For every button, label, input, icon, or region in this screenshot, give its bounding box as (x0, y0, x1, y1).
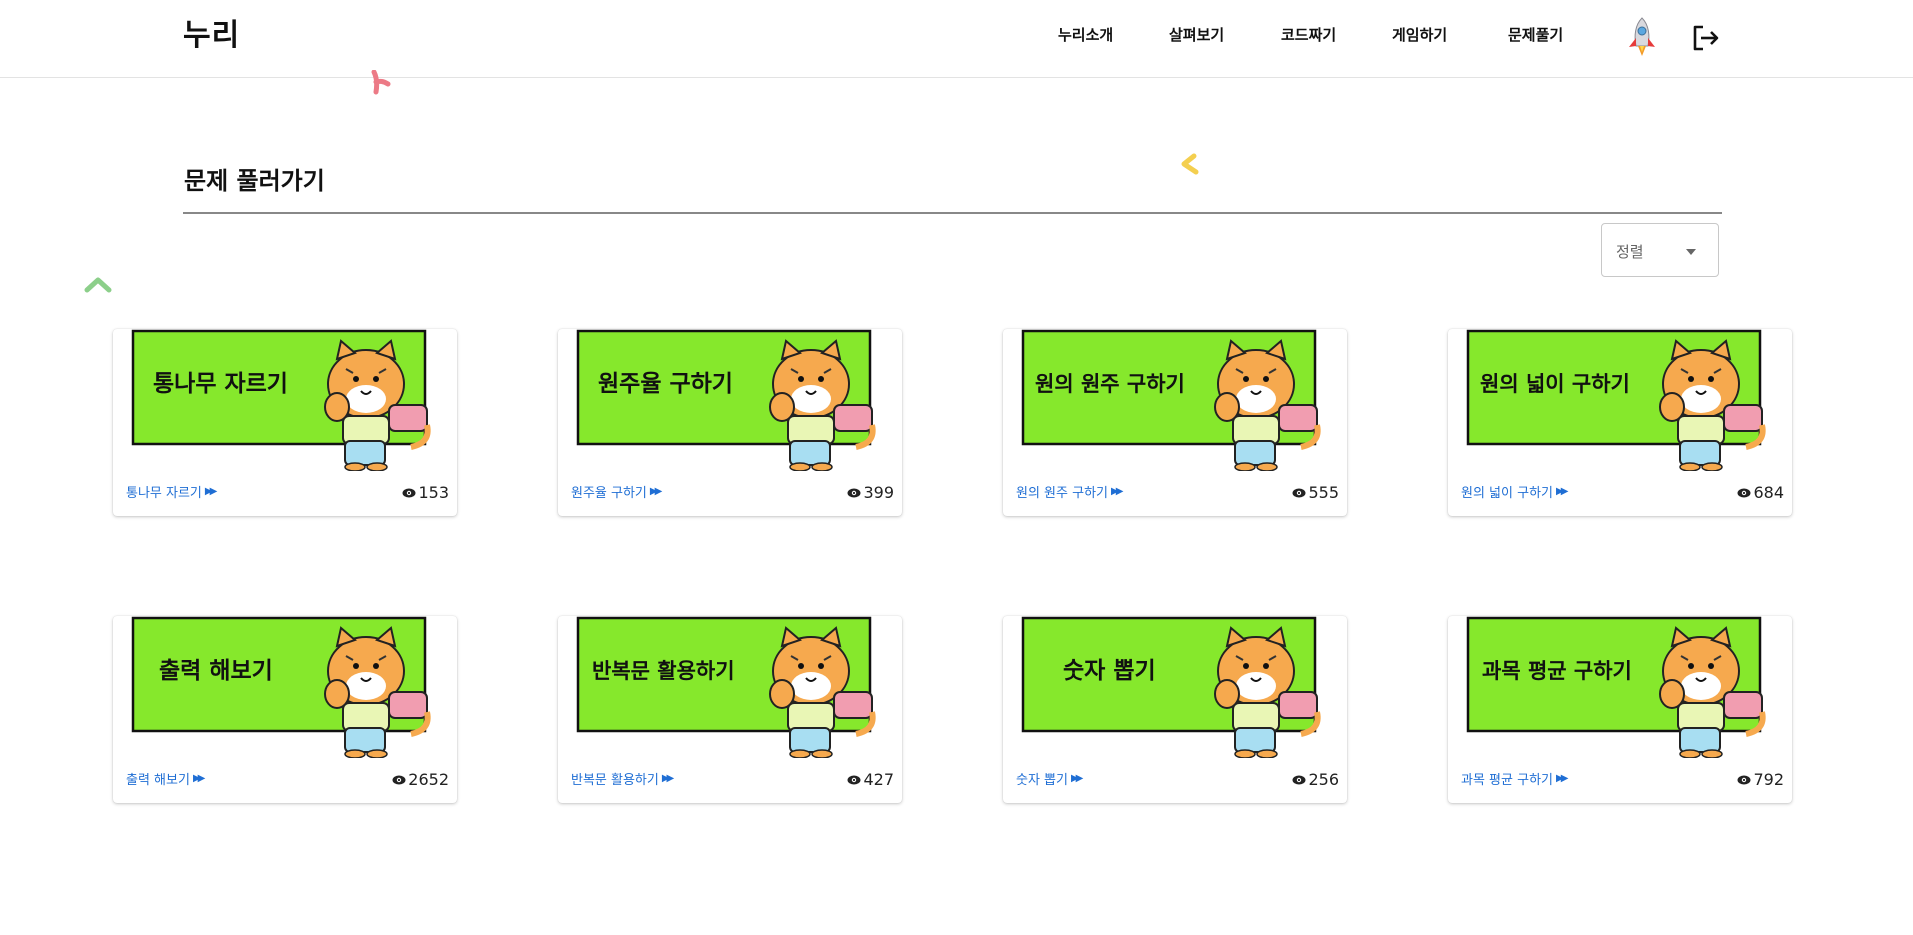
view-count: 256 (1292, 770, 1339, 789)
top-header: 누리 누리소개 살펴보기 코드짜기 게임하기 문제풀기 (0, 0, 1913, 78)
svg-text:출력 해보기: 출력 해보기 (159, 658, 273, 684)
card-link[interactable]: 통나무 자르기 ▶▶ (126, 482, 218, 501)
sort-label: 정렬 (1616, 243, 1644, 261)
card-link[interactable]: 반복문 활용하기 ▶▶ (571, 769, 675, 788)
problem-card[interactable]: 원의 원주 구하기 원의 원주 구하기 ▶▶ 555 (1003, 329, 1347, 516)
problem-card[interactable]: 원의 넓이 구하기 원의 넓이 구하기 ▶▶ 684 (1448, 329, 1792, 516)
decoration-green-chevron (84, 277, 112, 293)
nav-item-problems[interactable]: 문제풀기 (1508, 24, 1563, 45)
card-thumbnail[interactable]: 반복문 활용하기 (576, 616, 894, 758)
nav-item-intro[interactable]: 누리소개 (1058, 24, 1113, 45)
svg-text:원의 넓이 구하기: 원의 넓이 구하기 (1480, 372, 1630, 396)
card-thumbnail[interactable]: 과목 평균 구하기 (1466, 616, 1784, 758)
card-thumbnail[interactable]: 출력 해보기 (131, 616, 449, 758)
eye-icon (1292, 488, 1306, 497)
problem-card[interactable]: 숫자 뽑기 숫자 뽑기 ▶▶ 256 (1003, 616, 1347, 803)
double-chevron-right-icon: ▶▶ (204, 486, 218, 497)
double-chevron-right-icon: ▶▶ (1556, 486, 1569, 497)
card-thumbnail[interactable]: 원의 넓이 구하기 (1466, 329, 1784, 471)
page-title: 문제 풀러가기 (184, 167, 325, 195)
double-chevron-right-icon: ▶▶ (649, 486, 663, 497)
double-chevron-right-icon: ▶▶ (192, 773, 206, 784)
card-thumbnail[interactable]: 원의 원주 구하기 (1021, 329, 1339, 471)
eye-icon (402, 488, 416, 497)
card-thumbnail[interactable]: 통나무 자르기 (131, 329, 449, 471)
nav-item-code[interactable]: 코드짜기 (1281, 24, 1336, 45)
logout-icon[interactable] (1690, 22, 1722, 54)
problem-card[interactable]: 출력 해보기 출력 해보기 ▶▶ 2652 (113, 616, 457, 803)
svg-text:반복문 활용하기: 반복문 활용하기 (592, 659, 735, 683)
svg-text:원의 원주 구하기: 원의 원주 구하기 (1035, 372, 1185, 396)
title-divider (183, 212, 1722, 214)
decoration-pink-shape (371, 70, 391, 95)
card-thumbnail[interactable]: 숫자 뽑기 (1021, 616, 1339, 758)
view-count: 399 (847, 483, 894, 502)
view-count: 153 (402, 483, 449, 502)
view-count: 684 (1737, 483, 1784, 502)
svg-text:원주율 구하기: 원주율 구하기 (598, 371, 733, 397)
view-count: 555 (1292, 483, 1339, 502)
card-link[interactable]: 원주율 구하기 ▶▶ (571, 482, 663, 501)
double-chevron-right-icon: ▶▶ (1070, 773, 1084, 784)
card-link[interactable]: 숫자 뽑기 ▶▶ (1016, 769, 1084, 788)
double-chevron-right-icon: ▶▶ (661, 773, 675, 784)
rocket-icon[interactable] (1625, 16, 1659, 60)
eye-icon (1737, 488, 1751, 497)
double-chevron-right-icon: ▶▶ (1556, 773, 1569, 784)
eye-icon (847, 775, 861, 784)
double-chevron-right-icon: ▶▶ (1111, 486, 1124, 497)
card-thumbnail[interactable]: 원주율 구하기 (576, 329, 894, 471)
nav-item-game[interactable]: 게임하기 (1392, 24, 1447, 45)
problem-card[interactable]: 원주율 구하기 원주율 구하기 ▶▶ 399 (558, 329, 902, 516)
view-count: 2652 (392, 770, 449, 789)
problem-card[interactable]: 통나무 자르기 통나무 자르기 ▶▶ 153 (113, 329, 457, 516)
card-link[interactable]: 원의 넓이 구하기 ▶▶ (1461, 482, 1569, 501)
eye-icon (1737, 775, 1751, 784)
sort-select[interactable]: 정렬 (1601, 223, 1719, 277)
eye-icon (1292, 775, 1306, 784)
svg-text:과목 평균 구하기: 과목 평균 구하기 (1482, 659, 1632, 683)
eye-icon (847, 488, 861, 497)
eye-icon (392, 775, 406, 784)
decoration-yellow-chevron (1181, 153, 1199, 175)
svg-text:숫자 뽑기: 숫자 뽑기 (1063, 658, 1156, 684)
caret-down-icon (1686, 249, 1696, 255)
site-logo[interactable]: 누리 (183, 10, 240, 54)
view-count: 792 (1737, 770, 1784, 789)
card-link[interactable]: 원의 원주 구하기 ▶▶ (1016, 482, 1124, 501)
view-count: 427 (847, 770, 894, 789)
problem-card[interactable]: 과목 평균 구하기 과목 평균 구하기 ▶▶ 792 (1448, 616, 1792, 803)
card-link[interactable]: 출력 해보기 ▶▶ (126, 769, 206, 788)
nav-item-explore[interactable]: 살펴보기 (1169, 24, 1224, 45)
problem-card[interactable]: 반복문 활용하기 반복문 활용하기 ▶▶ 427 (558, 616, 902, 803)
svg-text:통나무 자르기: 통나무 자르기 (153, 371, 288, 397)
card-link[interactable]: 과목 평균 구하기 ▶▶ (1461, 769, 1569, 788)
